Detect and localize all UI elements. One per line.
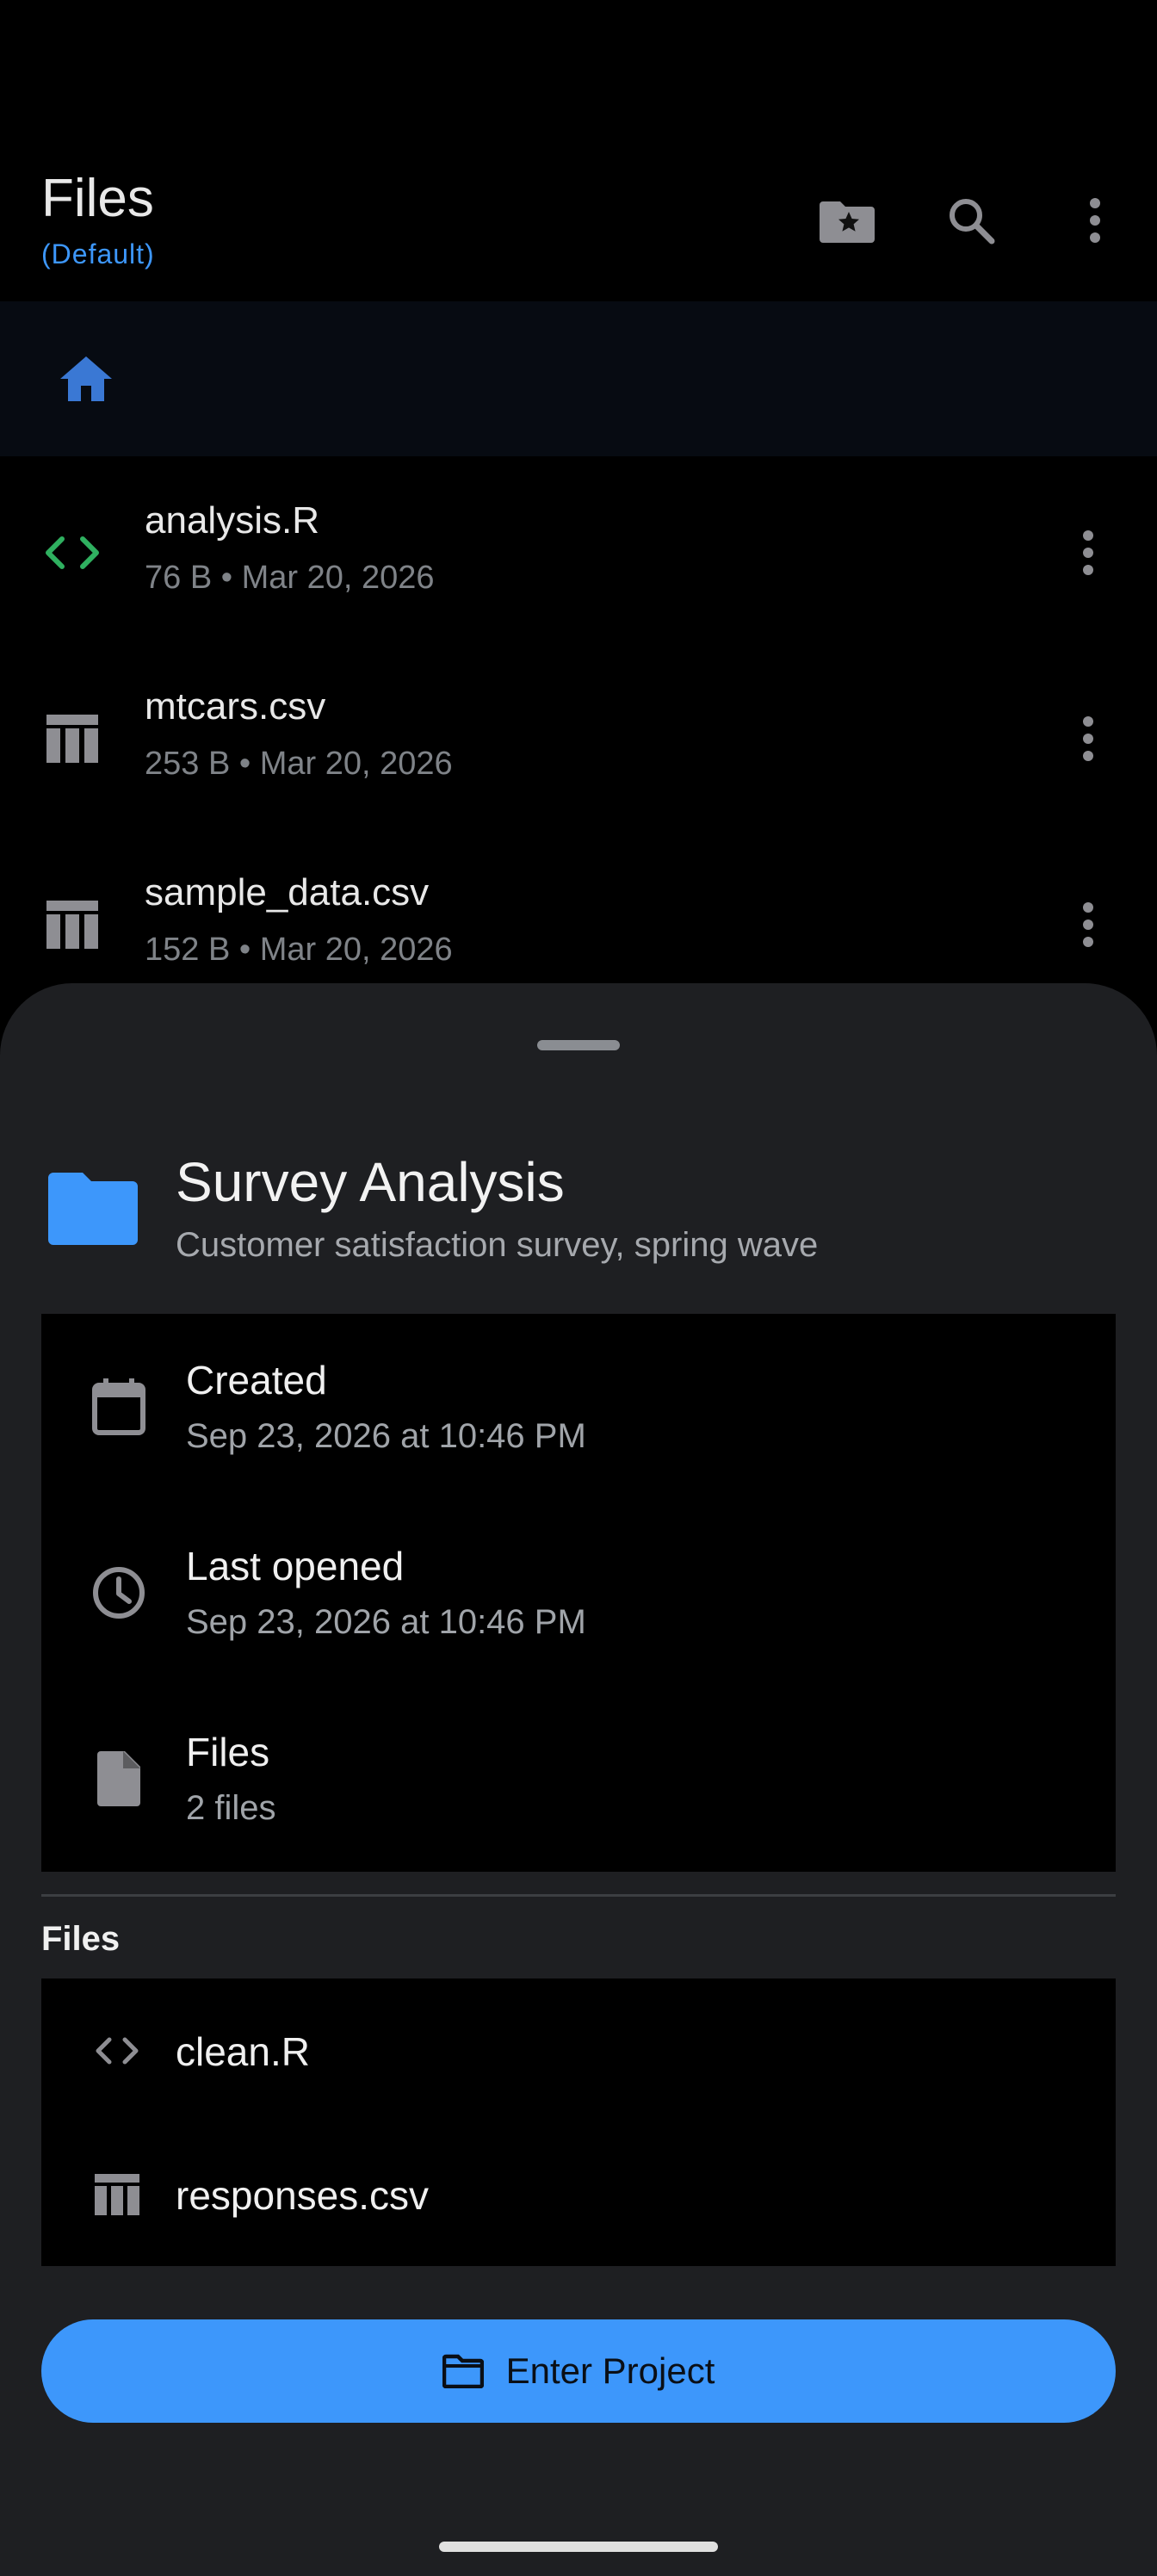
file-icon	[84, 1744, 153, 1813]
file-meta: 152 B • Mar 20, 2026	[145, 932, 453, 968]
file-menu-button[interactable]	[1057, 510, 1119, 596]
enter-project-label: Enter Project	[505, 2350, 715, 2391]
more-options-button[interactable]	[1054, 179, 1136, 262]
calendar-icon	[84, 1372, 153, 1441]
project-file-name: clean.R	[176, 2029, 310, 2074]
project-description: Customer satisfaction survey, spring wav…	[176, 1226, 819, 1264]
list-item[interactable]: analysis.R 76 B • Mar 20, 2026	[0, 456, 1157, 642]
page-title: Files	[41, 169, 154, 228]
code-icon	[38, 518, 107, 587]
project-title: Survey Analysis	[176, 1151, 565, 1213]
enter-project-button[interactable]: Enter Project	[41, 2319, 1116, 2423]
home-icon	[60, 356, 112, 401]
folder-icon	[48, 1173, 138, 1245]
file-name: analysis.R	[145, 499, 319, 542]
table-icon	[83, 2160, 152, 2229]
starred-folder-button[interactable]	[806, 179, 888, 262]
file-meta: 76 B • Mar 20, 2026	[145, 560, 435, 596]
home-indicator[interactable]	[439, 2542, 718, 2552]
info-label: Files	[186, 1730, 270, 1774]
more-vert-icon	[1083, 530, 1093, 575]
files-section-heading: Files	[41, 1920, 121, 1958]
project-files-card: clean.R responses.csv	[41, 1978, 1116, 2266]
file-name: sample_data.csv	[145, 871, 430, 913]
info-value: Sep 23, 2026 at 10:46 PM	[186, 1603, 586, 1641]
project-info-card: Created Sep 23, 2026 at 10:46 PM Last op…	[41, 1314, 1116, 1872]
more-vert-icon	[1083, 716, 1093, 761]
table-icon	[38, 704, 107, 773]
project-file-name: responses.csv	[176, 2173, 430, 2218]
file-menu-button[interactable]	[1057, 696, 1119, 782]
search-icon	[950, 199, 995, 245]
more-vert-icon	[1090, 198, 1100, 243]
code-icon	[83, 2016, 152, 2085]
info-row-created: Created Sep 23, 2026 at 10:46 PM	[41, 1314, 1116, 1500]
folder-outline-icon	[442, 2354, 484, 2388]
info-value: 2 files	[186, 1789, 276, 1827]
info-row-last-opened: Last opened Sep 23, 2026 at 10:46 PM	[41, 1500, 1116, 1686]
info-label: Last opened	[186, 1544, 405, 1588]
list-item[interactable]: clean.R	[41, 1978, 1116, 2122]
info-label: Created	[186, 1358, 327, 1403]
list-item[interactable]: responses.csv	[41, 2122, 1116, 2266]
appbar-actions	[806, 179, 1136, 262]
drag-handle[interactable]	[537, 1040, 620, 1050]
divider	[41, 1894, 1116, 1897]
file-list: analysis.R 76 B • Mar 20, 2026 mtcars.cs…	[0, 456, 1157, 1014]
search-button[interactable]	[930, 179, 1012, 262]
list-item[interactable]: mtcars.csv 253 B • Mar 20, 2026	[0, 642, 1157, 828]
project-bottom-sheet: Survey Analysis Customer satisfaction su…	[0, 983, 1157, 2576]
table-icon	[38, 890, 107, 959]
file-menu-button[interactable]	[1057, 882, 1119, 968]
home-button[interactable]	[52, 344, 121, 413]
info-row-files: Files 2 files	[41, 1686, 1116, 1872]
app-bar: Files (Default)	[0, 0, 1157, 301]
page-subtitle: (Default)	[41, 238, 155, 269]
file-name: mtcars.csv	[145, 685, 326, 728]
starred-folder-icon	[820, 201, 875, 243]
more-vert-icon	[1083, 902, 1093, 947]
file-meta: 253 B • Mar 20, 2026	[145, 746, 453, 782]
info-value: Sep 23, 2026 at 10:46 PM	[186, 1417, 586, 1455]
breadcrumb	[0, 301, 1157, 456]
clock-icon	[84, 1558, 153, 1627]
